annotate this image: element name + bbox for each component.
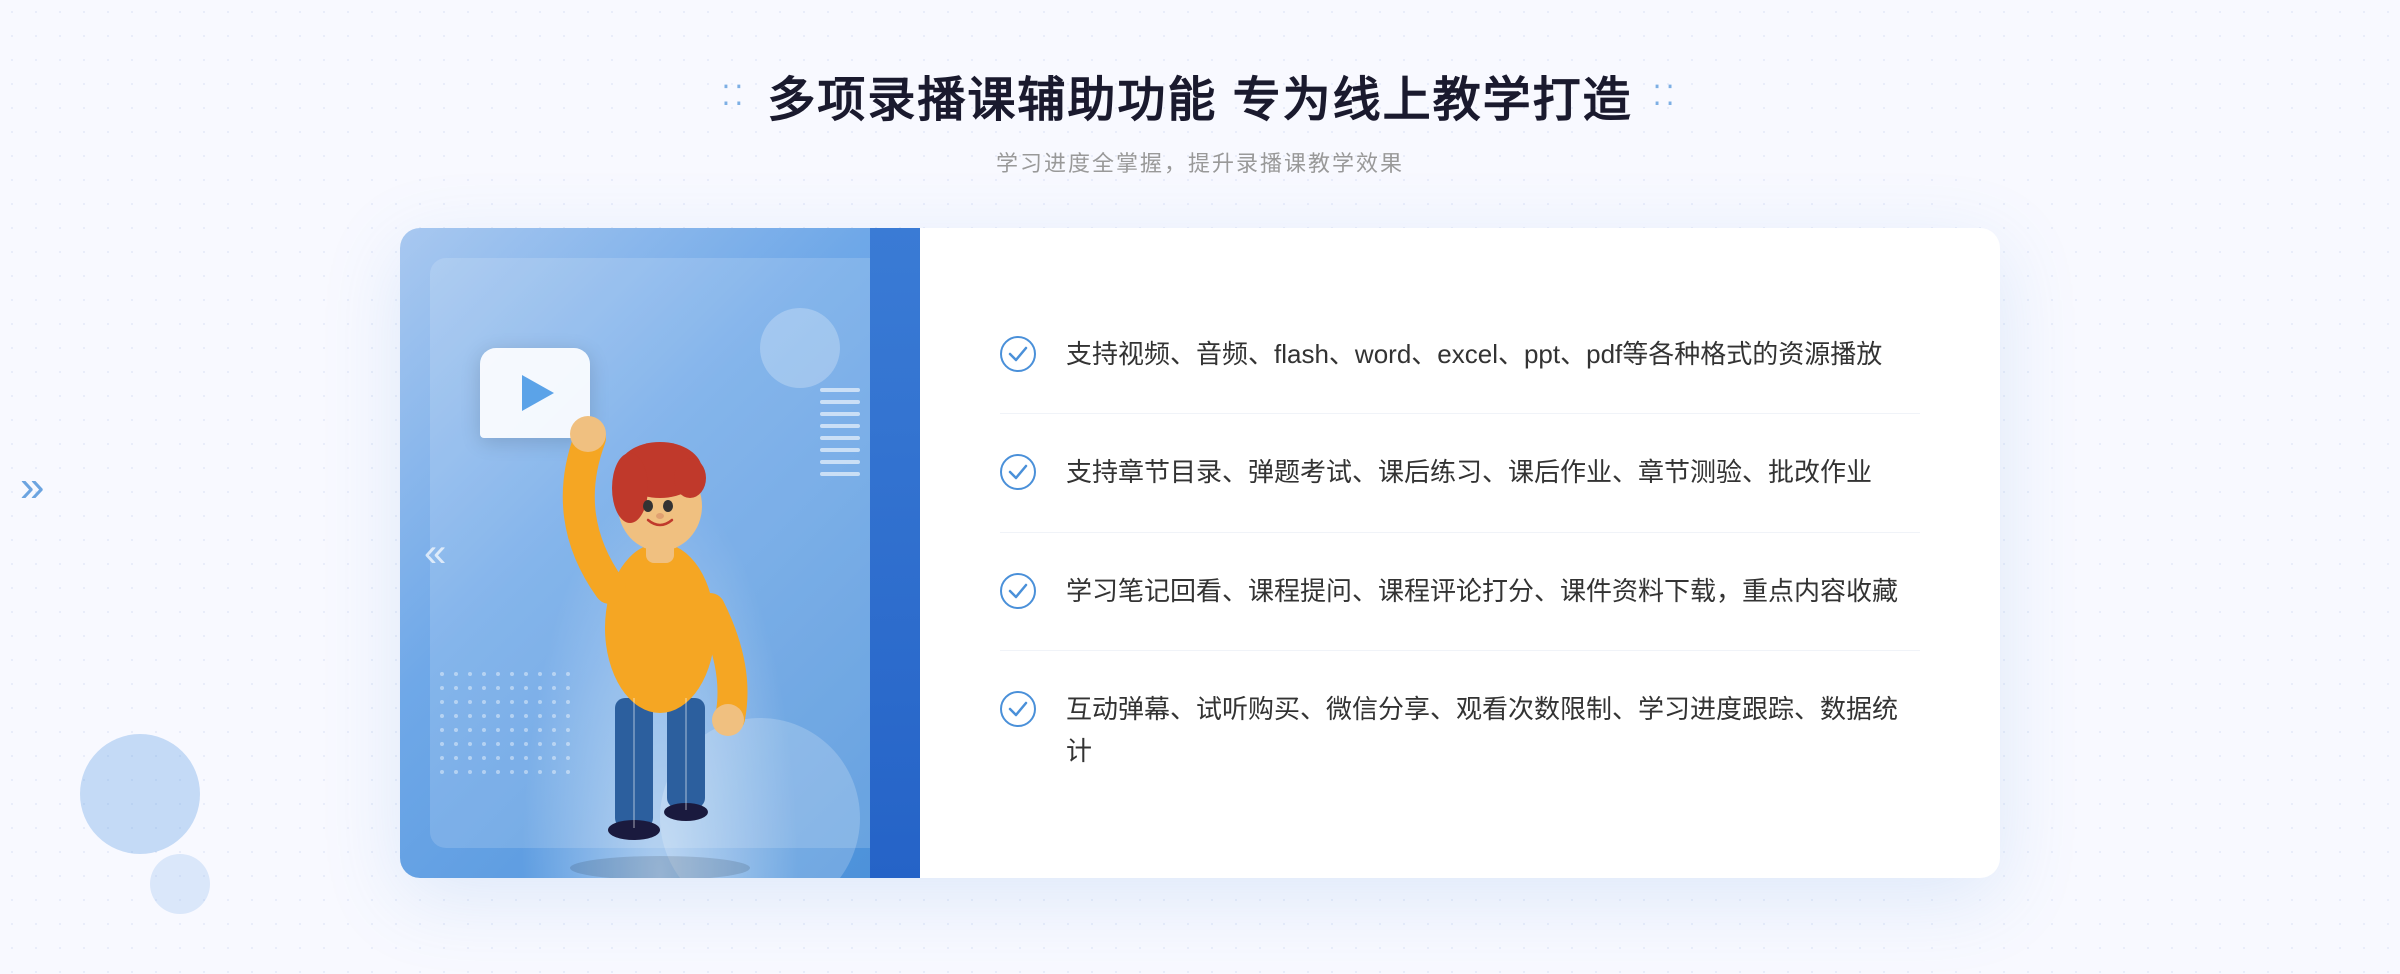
feature-text-3: 学习笔记回看、课程提问、课程评论打分、课件资料下载，重点内容收藏 — [1066, 571, 1898, 613]
person-illustration — [500, 358, 820, 878]
chevrons-left-outer: » — [20, 462, 44, 512]
blue-sidebar-bar — [870, 228, 920, 878]
check-icon-2 — [1000, 454, 1036, 490]
illustration-panel: « — [400, 228, 920, 878]
chevrons-left-inner: « — [424, 533, 446, 573]
page-container: » ⁚⁚ 多项录播课辅助功能 专为线上教学打造 ⁚⁚ 学习进度全掌握，提升录播课… — [0, 0, 2400, 974]
header-dots-left: ⁚⁚ — [722, 79, 748, 112]
deco-circle-light-outer — [150, 854, 210, 914]
feature-text-4: 互动弹幕、试听购买、微信分享、观看次数限制、学习进度跟踪、数据统计 — [1066, 689, 1920, 772]
check-icon-1 — [1000, 336, 1036, 372]
main-content-card: « 支持视频、音频、flash、word、excel、ppt、pdf等各种格式的… — [400, 228, 2000, 878]
header-title-row: ⁚⁚ 多项录播课辅助功能 专为线上教学打造 ⁚⁚ — [722, 60, 1679, 130]
feature-item-4: 互动弹幕、试听购买、微信分享、观看次数限制、学习进度跟踪、数据统计 — [1000, 651, 1920, 810]
check-icon-4 — [1000, 691, 1036, 727]
content-panel: 支持视频、音频、flash、word、excel、ppt、pdf等各种格式的资源… — [920, 228, 2000, 878]
feature-item-1: 支持视频、音频、flash、word、excel、ppt、pdf等各种格式的资源… — [1000, 296, 1920, 415]
feature-text-1: 支持视频、音频、flash、word、excel、ppt、pdf等各种格式的资源… — [1066, 334, 1882, 376]
page-title: 多项录播课辅助功能 专为线上教学打造 — [767, 60, 1632, 130]
feature-item-2: 支持章节目录、弹题考试、课后练习、课后作业、章节测验、批改作业 — [1000, 414, 1920, 533]
header-subtitle: 学习进度全掌握，提升录播课教学效果 — [722, 146, 1679, 178]
deco-circle-blue-outer — [80, 734, 200, 854]
header-dots-right: ⁚⁚ — [1653, 79, 1679, 112]
feature-text-2: 支持章节目录、弹题考试、课后练习、课后作业、章节测验、批改作业 — [1066, 452, 1872, 494]
header-section: ⁚⁚ 多项录播课辅助功能 专为线上教学打造 ⁚⁚ 学习进度全掌握，提升录播课教学… — [722, 60, 1679, 178]
feature-item-3: 学习笔记回看、课程提问、课程评论打分、课件资料下载，重点内容收藏 — [1000, 533, 1920, 652]
check-icon-3 — [1000, 573, 1036, 609]
stripe-decoration — [820, 388, 860, 508]
